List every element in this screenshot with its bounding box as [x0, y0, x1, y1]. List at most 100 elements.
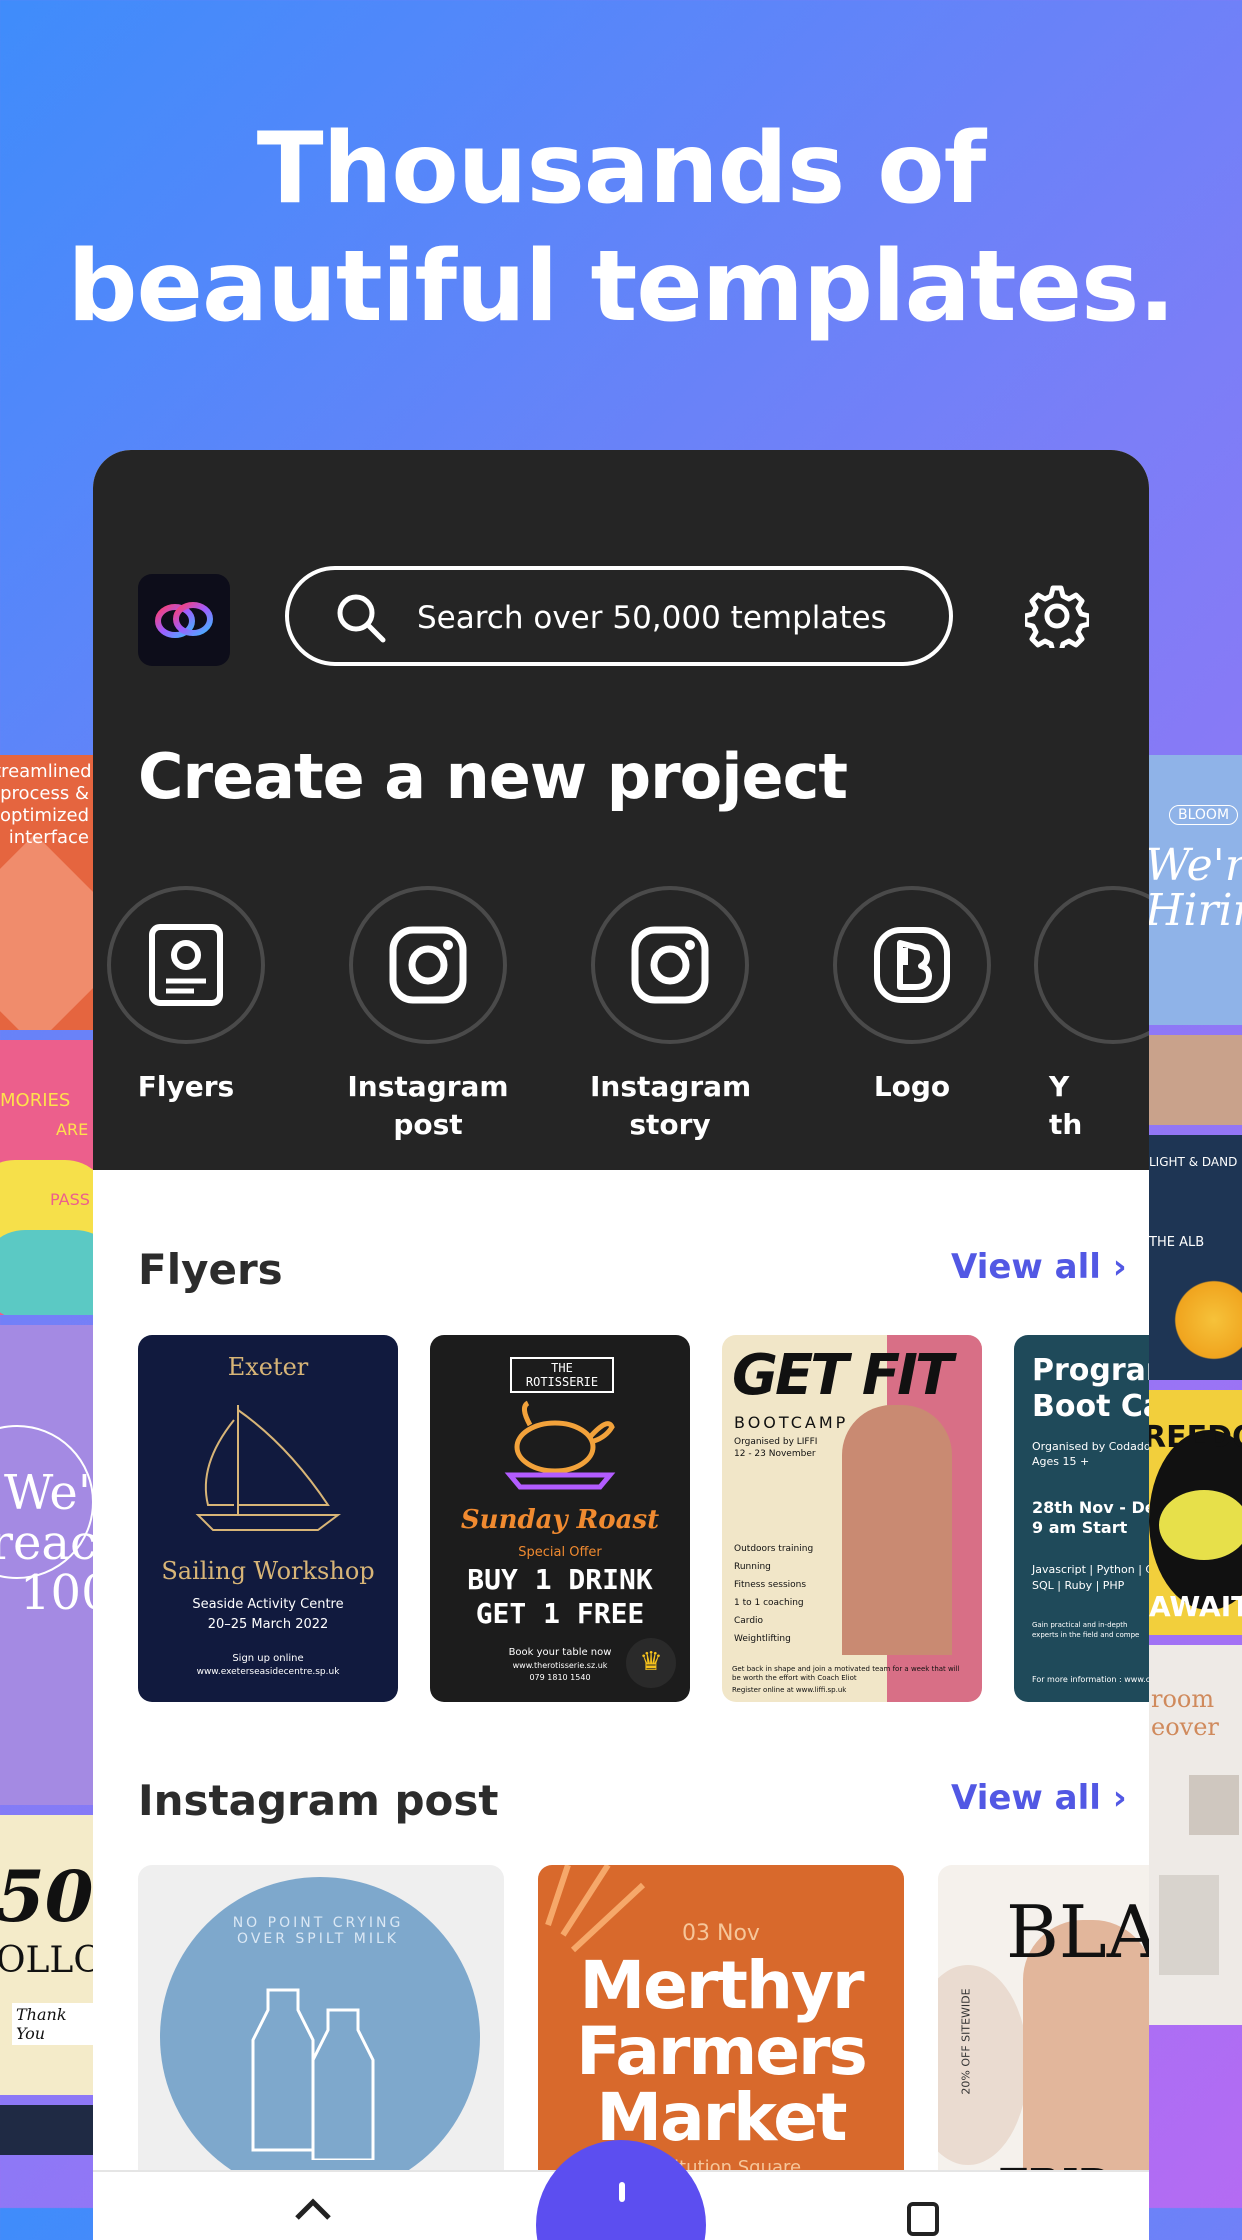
left-tile-purple: We' reach 100 — [0, 1325, 93, 1805]
search-icon — [335, 592, 387, 648]
sailboat-illustration — [195, 1405, 341, 1531]
search-bar[interactable]: Search over 50,000 templates — [285, 566, 953, 666]
right-tile-dandelion-text-1: LIGHT & DAND — [1149, 1155, 1238, 1169]
instagram-view-all-link[interactable]: View all › — [951, 1778, 1127, 1818]
left-tile-purple-text-3: 100 — [20, 1565, 93, 1621]
home-icon[interactable] — [293, 2198, 333, 2238]
project-type-instagram-story[interactable]: Instagram story — [550, 886, 790, 1144]
flyer-langs-2: SQL | Ruby | PHP — [1032, 1579, 1125, 1592]
flyer-offer: Special Offer — [518, 1545, 602, 1560]
flyer-item: Cardio — [734, 1616, 764, 1626]
flyer-items: Outdoors training Running Fitness sessio… — [734, 1540, 813, 1648]
project-type-label: Instagram story — [590, 1070, 752, 1141]
flyer-subtitle: BOOTCAMP — [734, 1413, 849, 1432]
flyer-icon — [107, 886, 265, 1044]
project-type-youtube[interactable]: Y th — [1034, 886, 1149, 1144]
projects-icon[interactable] — [903, 2198, 943, 2238]
view-all-label: View all — [951, 1247, 1101, 1287]
chicken-neon-illustration — [504, 1400, 616, 1490]
flyer-register: Register online at www.liffi.sp.uk — [732, 1686, 847, 1694]
flyers-section-title: Flyers — [138, 1245, 283, 1294]
project-type-label: Logo — [873, 1070, 951, 1103]
flyer-title: GET FIT — [732, 1343, 953, 1408]
settings-gear-icon[interactable] — [1022, 584, 1092, 655]
app-screen: Search over 50,000 templates Create a ne… — [93, 450, 1149, 2240]
right-tile-freedom: REEDON AWAIT — [1149, 1390, 1242, 1635]
instagram-icon — [591, 886, 749, 1044]
instagram-section-title: Instagram post — [138, 1776, 499, 1825]
flyer-title-2: Boot Ca — [1032, 1389, 1149, 1424]
right-tile-dandelion-text-2: THE ALB — [1149, 1235, 1205, 1250]
project-type-label: Y th — [1049, 1070, 1083, 1141]
flyer-card-sunday-roast[interactable]: THE ROTISSERIE Sunday Roast Special Offe… — [430, 1335, 690, 1702]
flyer-venue: Seaside Activity Centre — [192, 1597, 344, 1612]
left-tile-purple-text-2: reach — [0, 1515, 93, 1571]
milk-bottles-illustration — [251, 1988, 375, 2160]
flyer-item: Weightlifting — [734, 1634, 791, 1644]
right-tile-freedom-text-2: AWAIT — [1149, 1590, 1242, 1623]
left-tile-clouds-text-2: ARE — [56, 1120, 89, 1139]
flyer-dates: 28th Nov - Dec 1 — [1032, 1498, 1149, 1517]
left-tile-dark — [0, 2105, 93, 2155]
flyer-title: Sailing Workshop — [161, 1557, 375, 1585]
headline-line-2: beautiful templates. — [67, 230, 1175, 344]
flyer-card-sailing[interactable]: Exeter Sailing Workshop Seaside Activity… — [138, 1335, 398, 1702]
flyer-dates: 12 - 23 November — [734, 1449, 816, 1459]
right-tile-room-text-1: room — [1151, 1685, 1215, 1713]
plus-icon — [619, 2182, 625, 2202]
right-tile-room-text-2: eover — [1151, 1713, 1219, 1741]
create-panel: Search over 50,000 templates Create a ne… — [93, 450, 1149, 1170]
flyer-signup: Sign up online — [232, 1653, 304, 1664]
left-tile-cream: 50 OLLOW Thank You — [0, 1815, 93, 2095]
left-tile-clouds-text-1: MORIES — [0, 1090, 71, 1111]
beauty-title: BLAC — [1006, 1890, 1149, 1974]
flyer-ages: Ages 15 + — [1032, 1455, 1090, 1468]
insta-card-spilt-milk[interactable]: NO POINT CRYING OVER SPILT MILK — [138, 1865, 504, 2195]
left-tile-cream-text-1: 50 — [0, 1855, 93, 1938]
flyer-info: Gain practical and in-depth experts in t… — [1032, 1621, 1140, 1639]
flyer-more: For more information : www.co — [1032, 1675, 1149, 1684]
flyer-footer: Get back in shape and join a motivated t… — [732, 1665, 960, 1682]
project-type-instagram-post[interactable]: Instagram post — [308, 886, 548, 1144]
right-decor-column: BLOOM We're Hiring LIGHT & DAND THE ALB … — [1149, 755, 1242, 2155]
flyer-offer-line-2: GET 1 FREE — [475, 1597, 645, 1630]
insta-card-beauty[interactable]: BLAC 20% OFF SITEWIDE FRID — [938, 1865, 1149, 2195]
left-tile-purple-text-1: We' — [4, 1465, 92, 1521]
left-decor-column: treamlined process & optimized interface… — [0, 755, 93, 2155]
project-type-flyers[interactable]: Flyers — [93, 886, 306, 1106]
right-tile-hiring-text-2: We're — [1149, 840, 1242, 891]
right-tile-hiring-text-3: Hiring — [1149, 885, 1242, 936]
circular-slogan-text: NO POINT CRYING OVER SPILT MILK — [232, 1915, 404, 1947]
instagram-icon — [349, 886, 507, 1044]
flyer-langs-1: Javascript | Python | C+ — [1032, 1563, 1149, 1576]
project-type-label: Instagram post — [347, 1070, 509, 1141]
project-type-logo[interactable]: Logo — [792, 886, 1032, 1106]
left-tile-clouds: MORIES ARE PASS — [0, 1040, 93, 1315]
left-tile-orange: treamlined process & optimized interface — [0, 755, 93, 1030]
flyer-item: Outdoors training — [734, 1544, 814, 1554]
right-tile-freedom-text-1: REEDON — [1149, 1420, 1242, 1455]
headline-line-1: Thousands of — [256, 112, 987, 226]
right-tile-dandelion: LIGHT & DAND THE ALB — [1149, 1135, 1242, 1380]
marketing-headline: Thousands of beautiful templates. — [0, 110, 1242, 346]
flyer-item: 1 to 1 coaching — [734, 1598, 804, 1608]
left-tile-cream-text-3: Thank You — [12, 2003, 93, 2045]
view-all-label: View all — [951, 1778, 1101, 1818]
flyers-view-all-link[interactable]: View all › — [951, 1247, 1127, 1287]
flyer-org: Organised by LIFFI — [734, 1437, 818, 1447]
premium-crown-icon: ♛ — [626, 1638, 676, 1688]
flyer-brand: THE ROTISSERIE — [510, 1357, 614, 1393]
flyer-city: Exeter — [227, 1353, 309, 1381]
create-title: Create a new project — [138, 740, 848, 813]
flyer-item: Running — [734, 1562, 771, 1572]
flyer-org: Organised by Codaddic — [1032, 1440, 1149, 1453]
flyer-title: Sunday Roast — [460, 1505, 660, 1535]
left-tile-clouds-text-3: PASS — [50, 1190, 90, 1209]
logo-b-icon — [833, 886, 991, 1044]
creative-cloud-logo[interactable] — [138, 574, 230, 666]
beauty-side-text: 20% OFF SITEWIDE — [959, 1988, 973, 2095]
flyer-card-get-fit[interactable]: GET FIT BOOTCAMP Organised by LIFFI 12 -… — [722, 1335, 982, 1702]
flyer-card-programming-bootcamp[interactable]: Program Boot Ca Organised by Codaddic Ag… — [1014, 1335, 1149, 1702]
flyer-item: Fitness sessions — [734, 1580, 807, 1590]
flyer-url: www.exeterseasidecentre.sp.uk — [196, 1667, 340, 1677]
